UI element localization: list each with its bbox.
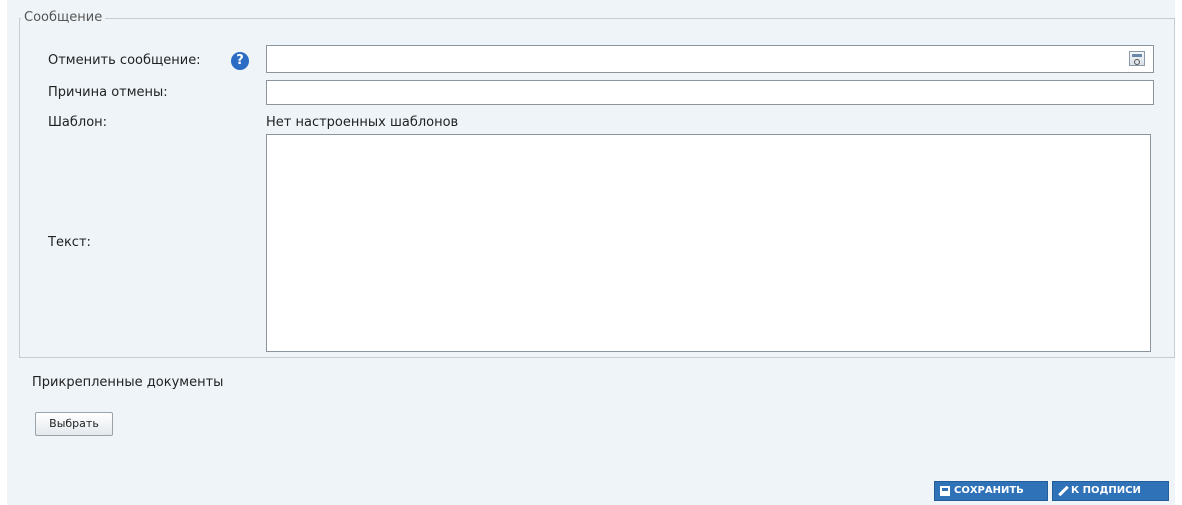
save-icon <box>940 486 950 496</box>
to-sign-button-label: К ПОДПИСИ <box>1071 485 1141 496</box>
choose-button[interactable]: Выбрать <box>35 412 113 436</box>
template-label: Шаблон: <box>48 115 108 130</box>
save-button[interactable]: СОХРАНИТЬ <box>934 481 1048 501</box>
to-sign-button[interactable]: К ПОДПИСИ <box>1052 481 1169 501</box>
template-value: Нет настроенных шаблонов <box>266 115 459 130</box>
text-textarea[interactable] <box>266 134 1151 352</box>
save-button-label: СОХРАНИТЬ <box>954 485 1024 496</box>
attached-documents-label: Прикрепленные документы <box>32 375 224 390</box>
lookup-icon[interactable] <box>1129 51 1145 66</box>
cancel-message-input[interactable] <box>266 45 1154 73</box>
pen-icon <box>1058 486 1068 496</box>
cancel-message-label: Отменить сообщение: <box>48 53 201 68</box>
fieldset-legend: Сообщение <box>21 10 106 26</box>
reason-label: Причина отмены: <box>48 85 168 100</box>
text-label: Текст: <box>48 235 91 250</box>
help-icon[interactable]: ? <box>231 52 249 70</box>
reason-input[interactable] <box>266 80 1154 105</box>
